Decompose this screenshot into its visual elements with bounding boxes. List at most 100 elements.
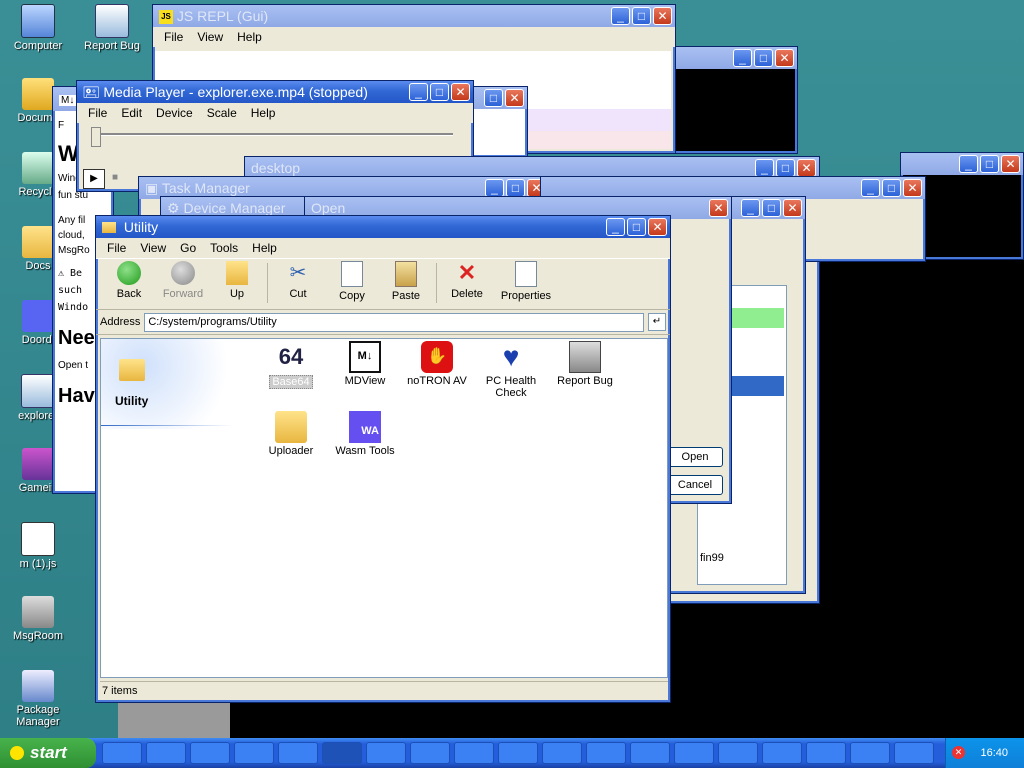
desktop-icon-msgroom[interactable]: MsgRoom <box>2 596 74 642</box>
file-pc-health-check[interactable]: ♥ PC Health Check <box>471 341 551 399</box>
maximize-icon[interactable]: □ <box>506 179 525 197</box>
taskbar-item[interactable] <box>102 742 142 764</box>
maximize-icon[interactable]: □ <box>484 89 503 107</box>
taskbar-item-js-repl[interactable] <box>322 742 362 764</box>
taskbar-item[interactable] <box>586 742 626 764</box>
maximize-icon[interactable]: □ <box>754 49 773 67</box>
address-input[interactable]: C:/system/programs/Utility <box>144 312 644 332</box>
taskbar-item[interactable] <box>278 742 318 764</box>
taskbar-item[interactable] <box>762 742 802 764</box>
minimize-icon[interactable]: _ <box>755 159 774 177</box>
window-utility[interactable]: Utility _ □ ✕ File View Go Tools Help Ba… <box>95 215 671 703</box>
taskbar-item[interactable] <box>542 742 582 764</box>
menu-edit[interactable]: Edit <box>114 103 149 123</box>
desktop-icon-js-file[interactable]: m (1).js <box>2 522 74 570</box>
maximize-icon[interactable]: □ <box>627 218 646 236</box>
minimize-icon[interactable]: _ <box>485 179 504 197</box>
menu-view[interactable]: View <box>133 238 173 258</box>
play-button[interactable]: ▶ <box>83 169 105 189</box>
menu-file[interactable]: File <box>81 103 114 123</box>
utility-titlebar[interactable]: Utility _ □ ✕ <box>96 216 670 238</box>
seek-handle[interactable] <box>91 127 101 147</box>
minimize-icon[interactable]: _ <box>959 155 978 173</box>
file-wasm-tools[interactable]: WA Wasm Tools <box>325 411 405 457</box>
close-icon[interactable]: ✕ <box>903 179 922 197</box>
stop-button[interactable]: ■ <box>105 169 125 187</box>
maximize-icon[interactable]: □ <box>980 155 999 173</box>
taskbar-item[interactable] <box>894 742 934 764</box>
maximize-icon[interactable]: □ <box>776 159 795 177</box>
taskbar-item[interactable] <box>498 742 538 764</box>
properties-button[interactable]: Properties <box>494 259 558 302</box>
seek-track[interactable] <box>93 133 453 136</box>
file-notron-av[interactable]: ✋ noTRON AV <box>397 341 477 387</box>
up-button[interactable]: Up <box>210 259 264 300</box>
window-far-right-titlebar[interactable]: _ □ ✕ <box>901 153 1023 175</box>
forward-button[interactable]: Forward <box>156 259 210 300</box>
media-player-titlebar[interactable]: 🖭 Media Player - explorer.exe.mp4 (stopp… <box>77 81 473 103</box>
menu-go[interactable]: Go <box>173 238 203 258</box>
taskbar-item[interactable] <box>718 742 758 764</box>
close-icon[interactable]: ✕ <box>451 83 470 101</box>
close-icon[interactable]: ✕ <box>505 89 524 107</box>
file-report-bug[interactable]: Report Bug <box>545 341 625 387</box>
close-icon[interactable]: ✕ <box>775 49 794 67</box>
menu-help[interactable]: Help <box>244 103 283 123</box>
minimize-icon[interactable]: _ <box>606 218 625 236</box>
minimize-icon[interactable]: _ <box>733 49 752 67</box>
taskbar-item[interactable] <box>234 742 274 764</box>
copy-button[interactable]: Copy <box>325 259 379 302</box>
close-icon[interactable]: ✕ <box>797 159 816 177</box>
desktop-icon-report-bug[interactable]: Report Bug <box>76 4 148 52</box>
maximize-icon[interactable]: □ <box>762 199 781 217</box>
minimize-icon[interactable]: _ <box>741 199 760 217</box>
close-icon[interactable]: ✕ <box>653 7 672 25</box>
window-behind-media[interactable]: □ ✕ <box>470 86 528 158</box>
delete-button[interactable]: ✕ Delete <box>440 259 494 301</box>
taskbar-item[interactable] <box>146 742 186 764</box>
start-button[interactable]: start <box>0 738 96 768</box>
file-mdview[interactable]: M↓ MDView <box>325 341 405 387</box>
window-behind-media-titlebar[interactable]: □ ✕ <box>471 87 527 109</box>
go-arrow-icon[interactable]: ↵ <box>648 313 666 331</box>
taskbar-item[interactable] <box>630 742 670 764</box>
close-icon[interactable]: ✕ <box>709 199 728 217</box>
taskbar-item[interactable] <box>366 742 406 764</box>
minimize-icon[interactable]: _ <box>611 7 630 25</box>
file-uploader[interactable]: Uploader <box>251 411 331 457</box>
menu-device[interactable]: Device <box>149 103 200 123</box>
desktop-icon-computer[interactable]: Computer <box>2 4 74 52</box>
file-base64[interactable]: 64 Base64 <box>251 341 331 389</box>
taskbar-item[interactable] <box>806 742 846 764</box>
back-button[interactable]: Back <box>102 259 156 300</box>
menu-scale[interactable]: Scale <box>200 103 244 123</box>
minimize-icon[interactable]: _ <box>409 83 428 101</box>
close-icon[interactable]: ✕ <box>783 199 802 217</box>
menu-help[interactable]: Help <box>230 27 269 47</box>
maximize-icon[interactable]: □ <box>430 83 449 101</box>
close-icon[interactable]: ✕ <box>1001 155 1020 173</box>
js-repl-titlebar[interactable]: JS JS REPL (Gui) _ □ ✕ <box>153 5 675 27</box>
paste-button[interactable]: Paste <box>379 259 433 302</box>
menu-file[interactable]: File <box>157 27 190 47</box>
maximize-icon[interactable]: □ <box>632 7 651 25</box>
desktop-icon-package-manager[interactable]: Package Manager <box>2 670 74 728</box>
error-icon[interactable]: ✕ <box>952 746 965 759</box>
taskbar-item[interactable] <box>410 742 450 764</box>
file-view[interactable]: Utility 64 Base64 M↓ MDView ✋ noTRON AV … <box>100 338 668 678</box>
cut-button[interactable]: ✂ Cut <box>271 259 325 300</box>
taskbar-item[interactable] <box>674 742 714 764</box>
taskbar-item[interactable] <box>190 742 230 764</box>
open-button[interactable]: Open <box>667 447 723 467</box>
taskbar-item[interactable] <box>454 742 494 764</box>
menu-file[interactable]: File <box>100 238 133 258</box>
menu-view[interactable]: View <box>190 27 230 47</box>
menu-help[interactable]: Help <box>245 238 284 258</box>
taskbar-item[interactable] <box>850 742 890 764</box>
maximize-icon[interactable]: □ <box>882 179 901 197</box>
media-player-icon: 🖭 <box>83 84 100 100</box>
menu-tools[interactable]: Tools <box>203 238 245 258</box>
cancel-button[interactable]: Cancel <box>667 475 723 495</box>
minimize-icon[interactable]: _ <box>861 179 880 197</box>
close-icon[interactable]: ✕ <box>648 218 667 236</box>
